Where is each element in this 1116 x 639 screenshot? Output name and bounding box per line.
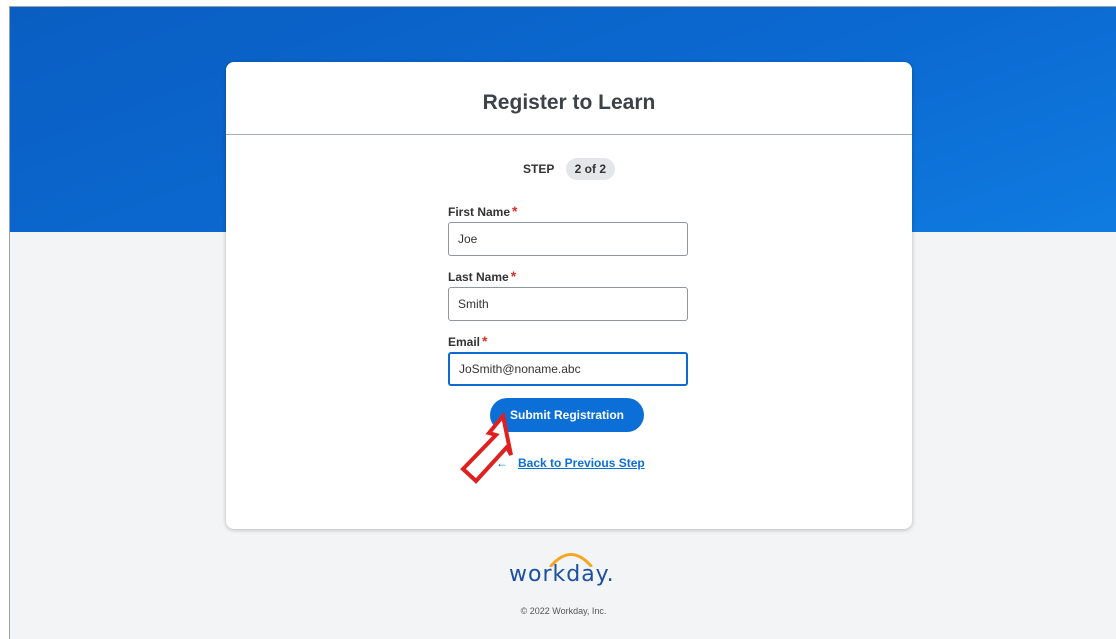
title-divider — [226, 134, 912, 135]
pointer-arrow-icon — [460, 411, 513, 484]
email-label-text: Email — [448, 335, 481, 349]
email-field[interactable] — [448, 352, 688, 386]
workday-logo: workday. — [500, 544, 640, 594]
last-name-field[interactable] — [448, 287, 688, 321]
page-title: Register to Learn — [482, 91, 656, 114]
registration-card: Register to Learn STEP 2 of 2 First Name… — [226, 62, 912, 529]
copyright-text: © 2022 Workday, Inc. — [520, 606, 607, 616]
step-indicator: STEP 2 of 2 — [226, 158, 912, 180]
step-label: STEP — [522, 162, 555, 176]
email-label: Email * — [448, 333, 487, 349]
required-marker: * — [510, 268, 517, 284]
last-name-label: Last Name * — [448, 268, 516, 284]
browser-viewport: Register to Learn STEP 2 of 2 First Name… — [9, 6, 1116, 639]
back-link[interactable]: Back to Previous Step — [518, 456, 645, 470]
required-marker: * — [482, 333, 488, 349]
first-name-label: First Name * — [448, 203, 517, 219]
back-to-previous-step[interactable]: ← Back to Previous Step — [496, 456, 645, 470]
logo-wordmark: workday. — [509, 562, 615, 587]
first-name-field[interactable] — [448, 222, 688, 256]
step-badge: 2 of 2 — [565, 158, 616, 180]
required-marker: * — [512, 203, 518, 219]
last-name-label-text: Last Name — [448, 270, 509, 284]
first-name-label-text: First Name — [448, 205, 511, 219]
